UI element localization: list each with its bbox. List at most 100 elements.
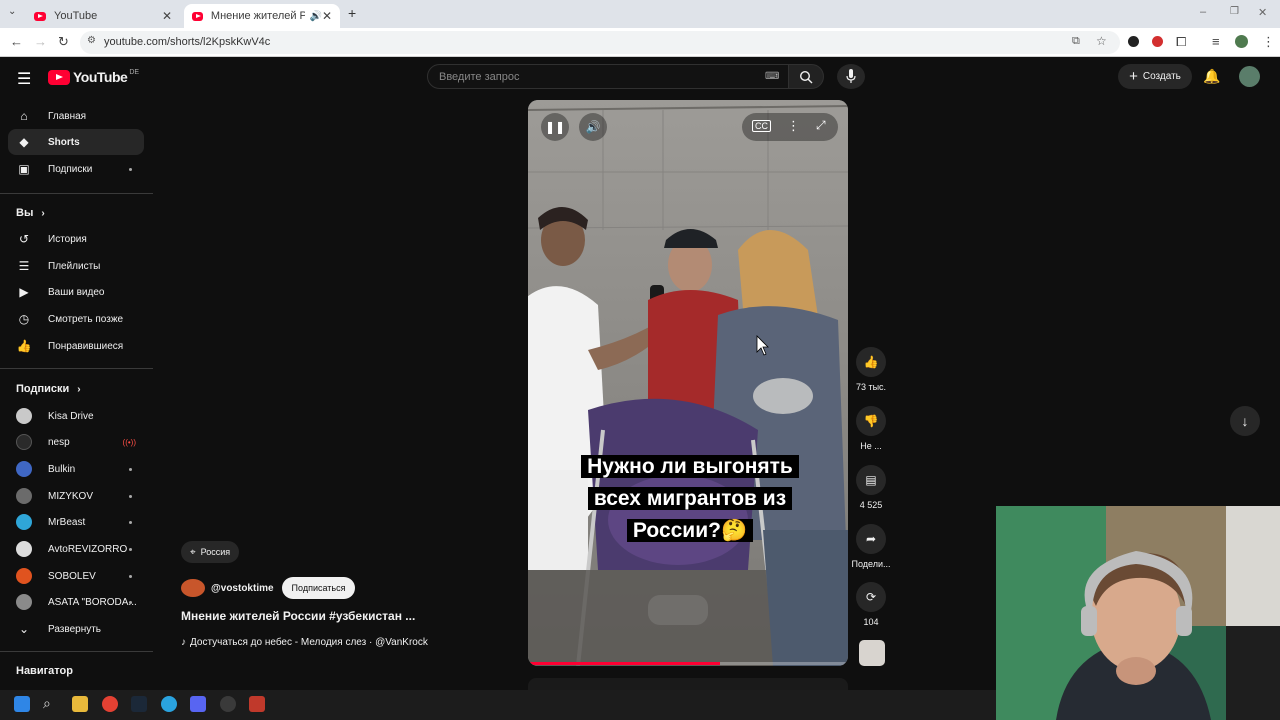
sidebar-item-label: Понравившиеся (48, 340, 124, 352)
channel-handle[interactable]: @vostoktime (211, 583, 274, 594)
search-input[interactable]: Введите запрос (439, 71, 519, 83)
site-info-icon[interactable]: ⚙ (87, 35, 96, 46)
sidebar-item-watch-later[interactable]: ◷ Смотреть позже (8, 306, 144, 332)
extensions-puzzle-icon[interactable]: ⧠ (1176, 34, 1186, 50)
steam-icon[interactable] (131, 696, 147, 712)
new-tab-icon[interactable]: + (348, 5, 356, 21)
subscribe-button[interactable]: Подписаться (281, 577, 356, 599)
you-section-header[interactable]: Вы › (16, 207, 45, 219)
subscription-item[interactable]: MrBeast (8, 509, 144, 535)
subscriptions-section-header[interactable]: Подписки › (16, 383, 81, 395)
subscription-item[interactable]: AvtoREVIZORRO (8, 536, 144, 562)
file-explorer-icon[interactable] (72, 696, 88, 712)
sidebar-item-liked[interactable]: 👍 Понравившиеся (8, 333, 144, 359)
like-button[interactable]: 👍 (856, 347, 886, 377)
dislike-button[interactable]: 👎 (856, 406, 886, 436)
comments-button[interactable]: ▤ (856, 465, 886, 495)
windows-taskbar: ⌕ (0, 690, 996, 720)
windows-start-icon[interactable] (14, 696, 30, 712)
sound-thumbnail[interactable] (859, 640, 885, 666)
window-close-icon[interactable]: ✕ (1258, 6, 1267, 19)
new-content-dot (129, 494, 132, 498)
adblock-extension-icon[interactable] (1152, 36, 1163, 47)
channel-name: MIZYKOV (48, 490, 94, 502)
sidebar-item-your-videos[interactable]: ▶ Ваши видео (8, 279, 144, 305)
microphone-icon (846, 69, 856, 83)
notifications-bell-icon[interactable]: 🔔 (1203, 68, 1220, 85)
obs-icon[interactable] (220, 696, 236, 712)
discord-icon[interactable] (190, 696, 206, 712)
keyboard-icon[interactable]: ⌨ (765, 71, 779, 82)
maximize-icon[interactable]: ❐ (1230, 6, 1239, 17)
sidebar-item-label: Главная (48, 110, 87, 122)
next-short-preview[interactable] (528, 678, 848, 690)
browser-menu-icon[interactable]: ⋮ (1262, 34, 1275, 50)
pause-icon: ❚❚ (544, 120, 566, 134)
browser-toolbar: ← → ↻ ⚙ youtube.com/shorts/l2KpskKwV4c ⧉… (0, 28, 1280, 57)
share-button[interactable]: ➦ (856, 524, 886, 554)
captions-button[interactable]: CC (752, 120, 771, 132)
account-avatar[interactable] (1239, 66, 1260, 87)
channel-avatar (16, 514, 32, 530)
tab-youtube[interactable]: YouTube ✕ (26, 4, 180, 28)
install-app-icon[interactable]: ⧉ (1072, 35, 1080, 48)
telegram-icon[interactable] (161, 696, 177, 712)
subscription-item[interactable]: Bulkin (8, 456, 144, 482)
pause-button[interactable]: ❚❚ (541, 113, 569, 141)
expand-subscriptions-button[interactable]: ⌄ Развернуть (8, 616, 144, 642)
forward-icon[interactable]: → (34, 34, 47, 49)
remix-button[interactable]: ⟳ (856, 582, 886, 612)
subscription-item[interactable]: Kisa Drive (8, 403, 144, 429)
tab-list-chevron-icon[interactable]: ⌄ (8, 6, 16, 17)
next-short-button[interactable]: ↓ (1230, 406, 1260, 436)
close-tab-icon[interactable]: ✕ (322, 9, 332, 23)
search-icon (799, 70, 813, 84)
remix-count: 104 (863, 617, 879, 627)
search-button[interactable] (788, 64, 824, 89)
extension-icon[interactable] (1128, 36, 1139, 47)
subscription-item[interactable]: MIZYKOV (8, 483, 144, 509)
video-caption-overlay: Нужно ли выгонять всех мигрантов из Росс… (565, 451, 815, 547)
sidebar-item-subscriptions[interactable]: ▣ Подписки (8, 156, 144, 182)
bookmark-star-icon[interactable]: ☆ (1096, 34, 1107, 48)
comment-icon: ▤ (865, 473, 877, 487)
channel-name: SOBOLEV (48, 570, 96, 582)
channel-avatar[interactable] (181, 579, 205, 597)
address-bar[interactable]: ⚙ youtube.com/shorts/l2KpskKwV4c ⧉ ☆ (80, 31, 1120, 54)
subscription-item[interactable]: nesp ((•)) (8, 429, 144, 455)
divider (0, 193, 153, 194)
new-content-dot (129, 520, 132, 524)
short-title[interactable]: Мнение жителей России #узбекистан ... (181, 609, 415, 623)
progress-track[interactable] (528, 662, 848, 665)
sidebar-item-history[interactable]: ↺ История (8, 226, 144, 252)
location-chip[interactable]: ⌖ Россия (181, 541, 240, 563)
shield-app-icon[interactable] (249, 696, 265, 712)
arrow-down-icon: ↓ (1241, 413, 1249, 429)
taskbar-search-icon[interactable]: ⌕ (43, 695, 51, 712)
fullscreen-icon[interactable]: ⤢ (816, 118, 826, 133)
youtube-logo[interactable]: YouTube DE (48, 69, 139, 85)
tab-title: YouTube (54, 10, 98, 22)
search-box[interactable]: Введите запрос ⌨ (427, 64, 789, 89)
sidebar-item-home[interactable]: ⌂ Главная (8, 103, 144, 129)
voice-search-button[interactable] (837, 64, 865, 89)
minimize-icon[interactable]: – (1200, 6, 1206, 18)
audio-playing-icon[interactable]: 🔊 (309, 11, 321, 22)
hamburger-menu-icon[interactable]: ☰ (17, 69, 31, 89)
chrome-icon[interactable] (102, 696, 118, 712)
more-options-icon[interactable]: ⋮ (787, 118, 800, 134)
music-row[interactable]: ♪ Достучаться до небес - Мелодия слез · … (181, 637, 428, 648)
sidebar-item-playlists[interactable]: ☰ Плейлисты (8, 253, 144, 279)
back-icon[interactable]: ← (10, 34, 23, 49)
profile-avatar[interactable] (1235, 35, 1248, 48)
volume-button[interactable]: 🔊 (579, 113, 607, 141)
create-button[interactable]: + Создать (1118, 64, 1192, 89)
shorts-video-player[interactable]: ❚❚ 🔊 CC ⋮ ⤢ (528, 100, 848, 666)
media-control-icon[interactable]: ≡ (1212, 34, 1220, 49)
subscription-item[interactable]: SOBOLEV (8, 563, 144, 589)
tab-active-short[interactable]: Мнение жителей России #узбекистан … 🔊 ✕ (184, 4, 340, 28)
reload-icon[interactable]: ↻ (58, 34, 69, 50)
sidebar-item-shorts[interactable]: ◆ Shorts (8, 129, 144, 155)
close-tab-icon[interactable]: ✕ (162, 9, 172, 23)
subscription-item[interactable]: ASATA "BORODA... (8, 589, 144, 615)
